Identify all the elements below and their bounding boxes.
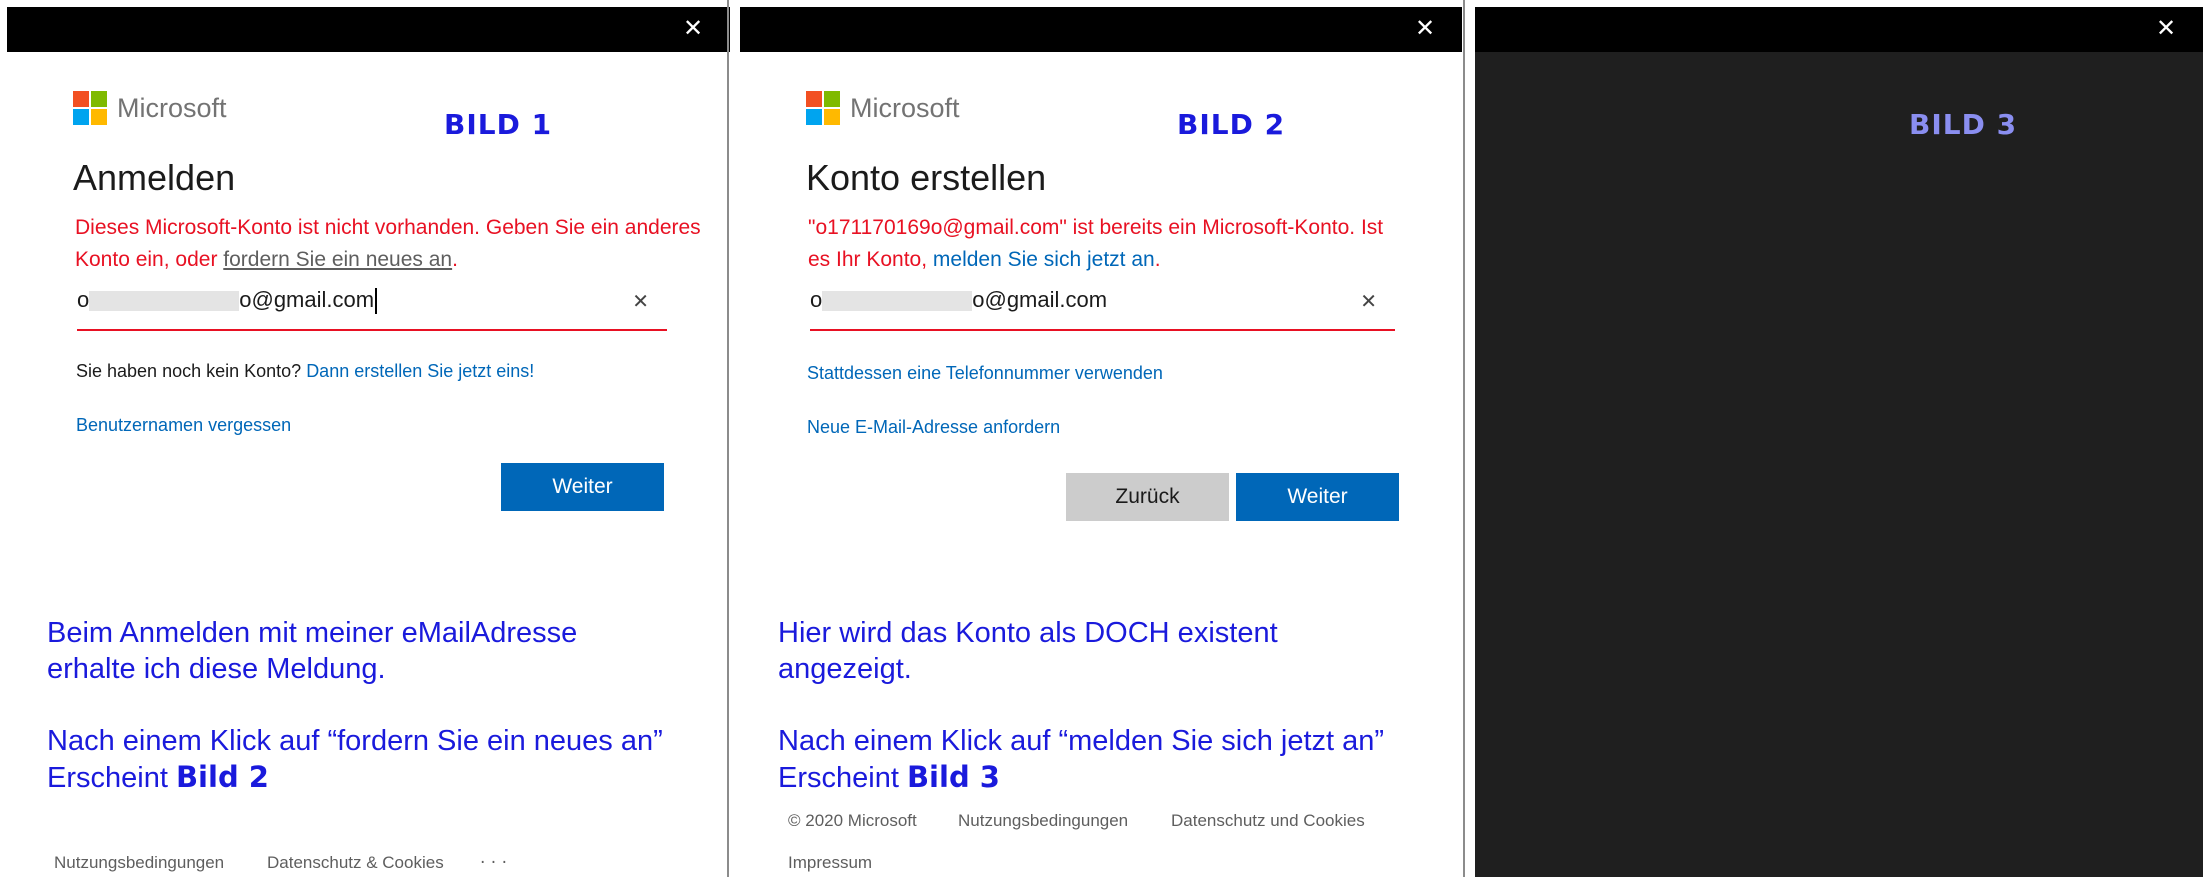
more-options-icon[interactable]: · · · [480, 853, 507, 873]
email-field[interactable]: o o@gmail.com ✕ [810, 281, 1395, 331]
error-end: . [1154, 248, 1161, 271]
close-icon[interactable]: ✕ [678, 13, 708, 43]
use-phone-number-link[interactable]: Stattdessen eine Telefonnummer verwenden [807, 363, 1163, 384]
blurred-text [89, 291, 240, 312]
next-button[interactable]: Weiter [501, 463, 664, 511]
page-title: Anmelden [73, 157, 236, 198]
bild-label: BILD 2 [1177, 108, 1286, 141]
divider [727, 0, 729, 877]
no-account-line: Sie haben noch kein Konto? Dann erstelle… [76, 361, 534, 382]
footer-privacy-link[interactable]: Datenschutz und Cookies [1171, 811, 1365, 831]
annotation-text: Hier wird das Konto als DOCH existent an… [778, 617, 1385, 794]
window-bild-2: ✕ Microsoft BILD 2 Konto erstellen "o171… [740, 7, 1462, 877]
email-value: o o@gmail.com [77, 287, 378, 315]
back-button[interactable]: Zurück [1066, 473, 1229, 521]
footer-privacy-link[interactable]: Datenschutz & Cookies [267, 853, 444, 873]
title-bar: ✕ [740, 7, 1462, 52]
page-title: Konto erstellen [806, 157, 1047, 198]
next-button[interactable]: Weiter [1236, 473, 1399, 521]
email-value: o o@gmail.com [810, 287, 1108, 312]
window-bild-1: ✕ Microsoft BILD 1 Anmelden Dieses Micro… [7, 7, 730, 877]
bild-label: BILD 3 [1909, 108, 2018, 141]
annotation-text: Beim Anmelden mit meiner eMailAdresse er… [47, 617, 663, 794]
no-account-text: Sie haben noch kein Konto? [76, 361, 307, 381]
divider [1463, 0, 1465, 877]
email-field[interactable]: o o@gmail.com ✕ [77, 281, 667, 331]
footer-terms-link[interactable]: Nutzungsbedingungen [54, 853, 224, 873]
title-bar: ✕ [1475, 7, 2203, 52]
footer-terms-link[interactable]: Nutzungsbedingungen [958, 811, 1128, 831]
microsoft-logo-icon [73, 91, 107, 125]
title-bar: ✕ [7, 7, 730, 52]
footer-copyright: © 2020 Microsoft [788, 811, 917, 830]
forgot-username-link[interactable]: Benutzernamen vergessen [76, 415, 291, 436]
microsoft-wordmark: Microsoft [117, 93, 227, 123]
request-new-account-link[interactable]: fordern Sie ein neues an [223, 248, 452, 271]
microsoft-wordmark: Microsoft [850, 93, 960, 123]
sign-in-now-link[interactable]: melden Sie sich jetzt an [933, 248, 1155, 271]
create-account-link[interactable]: Dann erstellen Sie jetzt eins! [306, 361, 534, 381]
window-bild-3: ✕ BILD 3 [1475, 7, 2203, 877]
footer-imprint-link[interactable]: Impressum [788, 853, 872, 873]
text-caret [375, 288, 378, 315]
microsoft-logo-icon [806, 91, 840, 125]
error-message: "o171170169o@gmail.com" ist bereits ein … [808, 212, 1388, 276]
error-message: Dieses Microsoft-Konto ist nicht vorhand… [75, 212, 715, 276]
clear-icon[interactable]: ✕ [1360, 289, 1377, 313]
blurred-text [822, 291, 973, 312]
bild-label: BILD 1 [444, 108, 553, 141]
clear-icon[interactable]: ✕ [632, 289, 649, 313]
new-email-address-link[interactable]: Neue E-Mail-Adresse anfordern [807, 417, 1060, 438]
error-end: . [452, 248, 458, 271]
close-icon[interactable]: ✕ [1410, 13, 1440, 43]
close-icon[interactable]: ✕ [2151, 13, 2181, 43]
